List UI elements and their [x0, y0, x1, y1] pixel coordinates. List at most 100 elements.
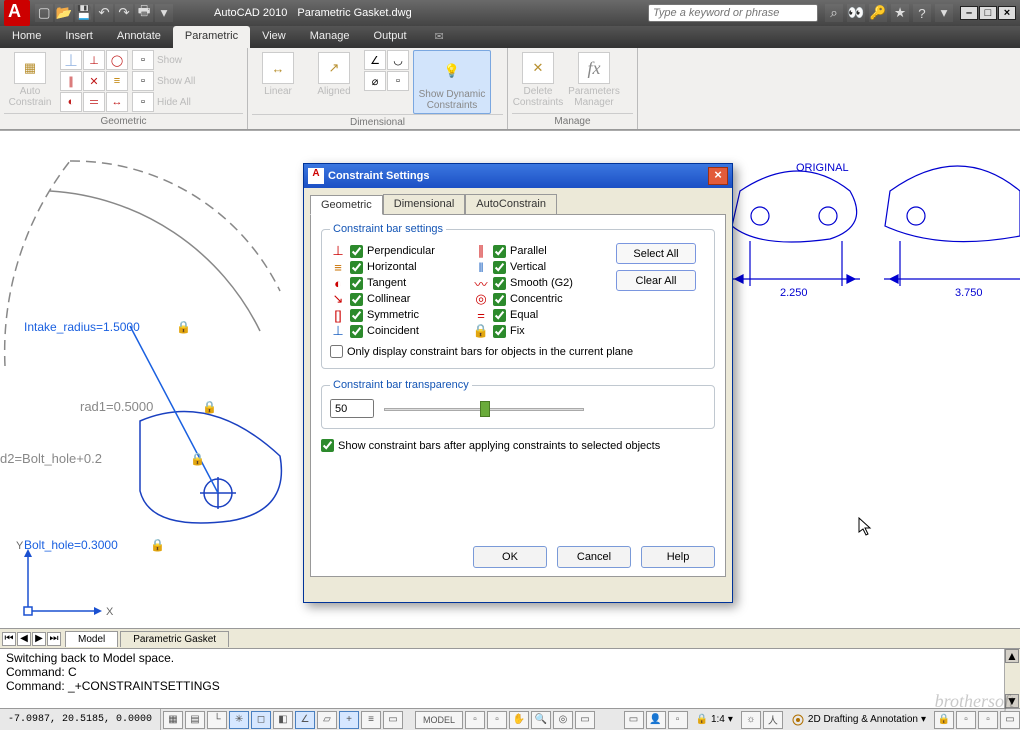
- gc-tangent-icon[interactable]: ◐: [60, 92, 82, 112]
- annoscale-icon[interactable]: ▭: [624, 711, 644, 729]
- clear-all-button[interactable]: Clear All: [616, 270, 696, 291]
- chk-tangent[interactable]: ◐Tangent: [330, 275, 463, 291]
- dialog-close-button[interactable]: ×: [708, 167, 728, 185]
- app-logo[interactable]: [4, 0, 30, 26]
- dtab-geometric[interactable]: Geometric: [310, 195, 383, 215]
- search-input[interactable]: [648, 4, 818, 22]
- star-icon[interactable]: ★: [891, 4, 909, 22]
- chk-fix[interactable]: 🔒Fix: [473, 323, 606, 339]
- show-icon[interactable]: ▫: [132, 50, 154, 70]
- dim-convert-icon[interactable]: ▫: [387, 71, 409, 91]
- grid-toggle[interactable]: ▤: [185, 711, 205, 729]
- dropdown-icon[interactable]: ▾: [935, 4, 953, 22]
- chk-symmetric[interactable]: []Symmetric: [330, 307, 463, 323]
- tab-output[interactable]: Output: [362, 26, 419, 48]
- show-button[interactable]: Show: [155, 50, 215, 70]
- transparency-slider[interactable]: [384, 401, 584, 417]
- cancel-button[interactable]: Cancel: [557, 546, 631, 568]
- dim-diameter-icon[interactable]: ⌀: [364, 71, 386, 91]
- dyn-toggle[interactable]: +: [339, 711, 359, 729]
- chkk-perpendicular[interactable]: ⊥Perpendicular: [330, 243, 463, 259]
- gc-sym-icon[interactable]: ↔: [106, 92, 128, 112]
- chk-show-after[interactable]: Show constraint bars after applying cons…: [321, 439, 715, 452]
- panel-geometric-label[interactable]: Geometric: [4, 113, 243, 129]
- help-icon[interactable]: ?: [913, 4, 931, 22]
- aligned-button[interactable]: ↗Aligned: [308, 50, 360, 97]
- ducs-toggle[interactable]: ▱: [317, 711, 337, 729]
- tab-model[interactable]: Model: [65, 631, 118, 647]
- show-dynamic-constraints-button[interactable]: 💡 Show Dynamic Constraints: [413, 50, 491, 114]
- dim-angular-icon[interactable]: ∠: [364, 50, 386, 70]
- hardware-accel-icon[interactable]: ▫: [956, 711, 976, 729]
- tab-annotate[interactable]: Annotate: [105, 26, 173, 48]
- scroll-up-icon[interactable]: ▲: [1005, 649, 1019, 663]
- geometric-constraint-grid[interactable]: ⏊⊥◯ ∥✕≡ ◐＝↔: [60, 50, 128, 112]
- binoculars-icon[interactable]: 👀: [847, 4, 865, 22]
- ok-button[interactable]: OK: [473, 546, 547, 568]
- chk-perpendicular[interactable]: [350, 245, 363, 258]
- coordinates[interactable]: -7.0987, 20.5185, 0.0000: [0, 709, 161, 730]
- parameters-manager-button[interactable]: fxParameters Manager: [568, 50, 620, 108]
- lwt-toggle[interactable]: ≡: [361, 711, 381, 729]
- cleanscreen-icon[interactable]: ▭: [1000, 711, 1020, 729]
- workspace-switcher[interactable]: 2D Drafting & Annotation▾: [785, 713, 932, 727]
- quickview-drawings-icon[interactable]: ▫: [487, 711, 507, 729]
- osnap-toggle[interactable]: ◻: [251, 711, 271, 729]
- close-button[interactable]: ×: [998, 6, 1016, 20]
- chk-current-plane[interactable]: Only display constraint bars for objects…: [330, 339, 706, 358]
- hideall-icon[interactable]: ▫: [132, 92, 154, 112]
- qat-undo-icon[interactable]: ↶: [95, 4, 113, 22]
- help-button[interactable]: Help: [641, 546, 715, 568]
- select-all-button[interactable]: Select All: [616, 243, 696, 264]
- help-search[interactable]: [648, 4, 818, 22]
- linear-button[interactable]: ↔Linear: [252, 50, 304, 97]
- dtab-dimensional[interactable]: Dimensional: [383, 194, 466, 214]
- chk-horizontal[interactable]: ≡Horizontal: [330, 259, 463, 275]
- gc-perp-icon[interactable]: ⊥: [83, 50, 105, 70]
- maximize-button[interactable]: □: [979, 6, 997, 20]
- polar-toggle[interactable]: ✳: [229, 711, 249, 729]
- dtab-autoconstrain[interactable]: AutoConstrain: [465, 194, 557, 214]
- mail-icon[interactable]: ✉: [427, 26, 452, 48]
- showall-button[interactable]: Show All: [155, 71, 215, 91]
- tab-home[interactable]: Home: [0, 26, 53, 48]
- gc-colinear-icon[interactable]: ◯: [106, 50, 128, 70]
- cmd-scrollbar[interactable]: ▲ ▼: [1004, 649, 1020, 708]
- dim-small-grid[interactable]: ∠◡ ⌀▫: [364, 50, 409, 91]
- annoall-icon[interactable]: ▫: [668, 711, 688, 729]
- qat-new-icon[interactable]: ▢: [35, 4, 53, 22]
- auto-constrain-button[interactable]: ▦ Auto Constrain: [4, 50, 56, 108]
- chk-collinear[interactable]: ↘Collinear: [330, 291, 463, 307]
- chk-equal[interactable]: =Equal: [473, 307, 606, 323]
- qat-more-icon[interactable]: ▾: [155, 4, 173, 22]
- tab-parametric[interactable]: Parametric: [173, 26, 250, 48]
- chk-vertical[interactable]: ‖Vertical: [473, 259, 606, 275]
- tab-view[interactable]: View: [250, 26, 298, 48]
- object-iso-icon[interactable]: ▫: [978, 711, 998, 729]
- showmotion-icon[interactable]: ▭: [575, 711, 595, 729]
- tab-manage[interactable]: Manage: [298, 26, 362, 48]
- showall-icon[interactable]: ▫: [132, 71, 154, 91]
- snap-toggle[interactable]: ▦: [163, 711, 183, 729]
- pan-icon[interactable]: ✋: [509, 711, 529, 729]
- gc-equal-icon[interactable]: ＝: [83, 92, 105, 112]
- annovisibility-icon[interactable]: 👤: [646, 711, 666, 729]
- qat-print-icon[interactable]: 🖶: [135, 4, 153, 22]
- qat-open-icon[interactable]: 📂: [55, 4, 73, 22]
- otrack-toggle[interactable]: ∠: [295, 711, 315, 729]
- zoom-icon[interactable]: 🔍: [531, 711, 551, 729]
- toolbar-lock-icon[interactable]: 🔒: [934, 711, 954, 729]
- tab-layout[interactable]: Parametric Gasket: [120, 631, 229, 647]
- key-icon[interactable]: 🔑: [869, 4, 887, 22]
- infocenter-icon[interactable]: ⌕: [825, 4, 843, 22]
- gc-horizontal-icon[interactable]: ≡: [106, 71, 128, 91]
- gc-coincident-icon[interactable]: ⏊: [60, 50, 82, 70]
- tab-insert[interactable]: Insert: [53, 26, 105, 48]
- minimize-button[interactable]: –: [960, 6, 978, 20]
- ortho-toggle[interactable]: └: [207, 711, 227, 729]
- model-button[interactable]: MODEL: [415, 711, 463, 729]
- dim-radius-icon[interactable]: ◡: [387, 50, 409, 70]
- qp-toggle[interactable]: ▭: [383, 711, 403, 729]
- dialog-titlebar[interactable]: A Constraint Settings ×: [304, 164, 732, 188]
- panel-manage-label[interactable]: Manage: [512, 113, 633, 129]
